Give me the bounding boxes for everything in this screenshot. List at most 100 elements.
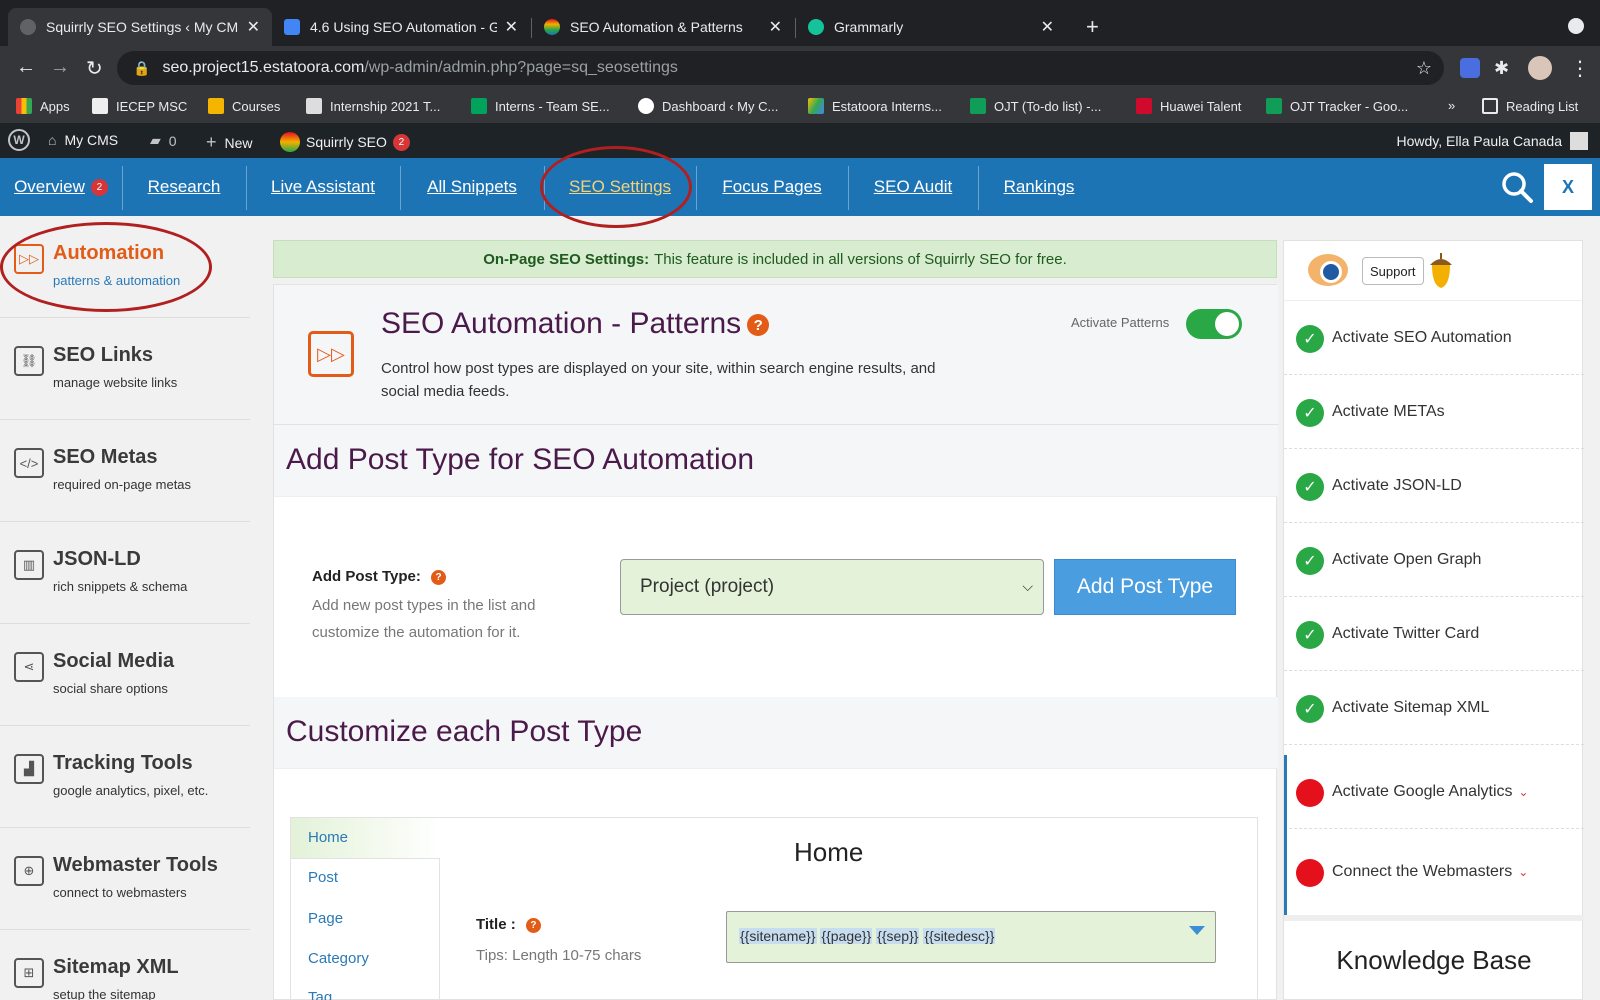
acorn-icon <box>1430 253 1452 288</box>
help-icon[interactable]: ? <box>431 569 447 585</box>
nav-focus-pages[interactable]: Focus Pages <box>696 158 848 216</box>
globe-icon: ⊕ <box>14 856 44 886</box>
bookmarks-overflow[interactable]: » <box>1448 98 1455 113</box>
forward-arrow-icon[interactable]: → <box>50 56 70 79</box>
wp-comments-link[interactable]: ▰ 0 <box>150 132 177 149</box>
sidebar-item-seo-links[interactable]: ⛓ SEO Links manage website links <box>0 318 250 420</box>
plus-icon: + <box>206 132 217 152</box>
wp-user-menu[interactable]: Howdy, Ella Paula Canada <box>1396 132 1588 150</box>
squirrly-main-nav: Overview 2 Research Live Assistant All Sn… <box>0 158 1600 216</box>
tab-tag[interactable]: Tag <box>308 989 332 1000</box>
help-icon[interactable]: ? <box>747 314 770 337</box>
nav-research[interactable]: Research <box>122 158 246 216</box>
close-tab-icon[interactable]: ✕ <box>247 17 260 37</box>
checklist-item[interactable]: ✓ Activate Twitter Card <box>1284 597 1584 671</box>
puzzle-extensions-icon[interactable]: ✱ <box>1494 58 1514 78</box>
add-post-type-label: Add Post Type: ? <box>312 568 447 585</box>
browser-tab-seo-automation-patterns[interactable]: SEO Automation & Patterns ✕ <box>532 8 794 46</box>
sidebar-item-webmaster-tools[interactable]: ⊕ Webmaster Tools connect to webmasters <box>0 828 250 930</box>
profile-avatar[interactable] <box>1528 56 1552 80</box>
sidebar-item-json-ld[interactable]: ▥ JSON-LD rich snippets & schema <box>0 522 250 624</box>
checklist-item[interactable]: ✓ Activate SEO Automation <box>1284 301 1584 375</box>
title-pattern-input[interactable]: {{sitename}} {{page}} {{sep}} {{sitedesc… <box>726 911 1216 963</box>
bookmark-internship[interactable]: Internship 2021 T... <box>306 98 440 114</box>
bookmark-estatoora-interns[interactable]: Estatoora Interns... <box>808 98 942 114</box>
checklist-item[interactable]: ✓ Activate METAs <box>1284 375 1584 449</box>
checklist-item[interactable]: ✓ Activate JSON-LD <box>1284 449 1584 523</box>
wordpress-logo-icon[interactable]: W <box>8 129 30 151</box>
sidebar-item-tracking-tools[interactable]: ▟ Tracking Tools google analytics, pixel… <box>0 726 250 828</box>
bookmark-ojt-tracker[interactable]: OJT Tracker - Goo... <box>1266 98 1408 114</box>
browser-tab-grammarly[interactable]: Grammarly ✕ <box>796 8 1066 46</box>
sidebar-item-social-media[interactable]: ⋖ Social Media social share options <box>0 624 250 726</box>
close-tab-icon[interactable]: ✕ <box>769 17 782 37</box>
tab-page[interactable]: Page <box>308 910 343 927</box>
customize-post-type-section-header: Customize each Post Type <box>274 697 1278 769</box>
pattern-token[interactable]: {{sitedesc}} <box>923 928 996 944</box>
nav-rankings[interactable]: Rankings <box>978 158 1100 216</box>
bookmark-courses[interactable]: Courses <box>208 98 280 114</box>
home-icon: ⌂ <box>48 132 57 148</box>
nav-live-assistant[interactable]: Live Assistant <box>246 158 400 216</box>
page-description: Control how post types are displayed on … <box>381 360 936 400</box>
link-icon: ⛓ <box>14 346 44 376</box>
tab-search-icon[interactable] <box>1568 18 1584 34</box>
active-indicator <box>1284 755 1287 915</box>
close-tab-icon[interactable]: ✕ <box>505 17 518 37</box>
new-tab-icon[interactable]: + <box>1086 14 1099 40</box>
more-menu-icon[interactable]: ⋮ <box>1570 56 1590 81</box>
bookmark-star-icon[interactable]: ☆ <box>1416 58 1432 79</box>
reading-list[interactable]: Reading List <box>1482 98 1578 114</box>
sidebar-item-title: SEO Links <box>53 344 154 366</box>
post-type-select[interactable]: Project (project) ⌵ <box>620 559 1044 615</box>
search-icon[interactable] <box>1500 170 1534 204</box>
checklist-item[interactable]: ✓ Activate Sitemap XML <box>1284 671 1584 745</box>
bookmark-ojt-todo[interactable]: OJT (To-do list) -... <box>970 98 1101 114</box>
nav-seo-audit[interactable]: SEO Audit <box>848 158 978 216</box>
tab-home[interactable]: Home <box>308 829 348 846</box>
address-bar[interactable]: 🔒 seo.project15.estatoora.com /wp-admin/… <box>117 51 1444 85</box>
reload-icon[interactable]: ↻ <box>86 56 103 81</box>
sheets-icon <box>1266 98 1282 114</box>
activate-patterns-toggle[interactable] <box>1186 309 1242 339</box>
help-icon[interactable]: ? <box>525 917 541 933</box>
internship-favicon-icon <box>306 98 322 114</box>
close-tab-icon[interactable]: ✕ <box>1041 17 1054 37</box>
checklist-item-todo[interactable]: Connect the Webmasters ⌄ <box>1284 835 1584 909</box>
back-arrow-icon[interactable]: ← <box>16 56 36 79</box>
bookmark-huawei[interactable]: Huawei Talent <box>1136 98 1241 114</box>
tab-category[interactable]: Category <box>308 950 369 967</box>
pattern-token[interactable]: {{page}} <box>820 928 873 944</box>
wp-site-link[interactable]: ⌂ My CMS <box>48 132 118 148</box>
nav-all-snippets[interactable]: All Snippets <box>400 158 544 216</box>
squirrly-favicon-icon <box>544 19 560 35</box>
support-button[interactable]: Support <box>1362 257 1424 285</box>
bookmark-dashboard[interactable]: Dashboard ‹ My C... <box>638 98 778 114</box>
wp-new-link[interactable]: + New <box>206 132 253 153</box>
bookmark-apps[interactable]: Apps <box>16 98 70 114</box>
bookmark-iecep[interactable]: IECEP MSC <box>92 98 187 114</box>
iecep-favicon-icon <box>92 98 108 114</box>
tab-title: Squirrly SEO Settings ‹ My CMS <box>46 19 239 35</box>
knowledge-base-title: Knowledge Base <box>1336 945 1532 975</box>
overview-badge: 2 <box>90 178 108 196</box>
browser-tab-using-seo-automation[interactable]: 4.6 Using SEO Automation - Go ✕ <box>272 8 530 46</box>
wp-squirrly-link[interactable]: Squirrly SEO 2 <box>280 132 410 152</box>
nav-overview[interactable]: Overview 2 <box>0 158 122 216</box>
browser-tab-squirrly-settings[interactable]: Squirrly SEO Settings ‹ My CMS ✕ <box>8 8 272 46</box>
close-button[interactable]: X <box>1544 164 1592 210</box>
sidebar-item-seo-metas[interactable]: </> SEO Metas required on-page metas <box>0 420 250 522</box>
sidebar-item-title: SEO Metas <box>53 446 158 468</box>
tab-post[interactable]: Post <box>308 869 338 886</box>
checklist-item[interactable]: ✓ Activate Open Graph <box>1284 523 1584 597</box>
sidebar-item-sitemap-xml[interactable]: ⊞ Sitemap XML setup the sitemap <box>0 930 250 1000</box>
annotation-circle <box>540 146 692 228</box>
extension-icon[interactable] <box>1460 58 1480 78</box>
red-dot-icon <box>1296 859 1324 887</box>
add-post-type-button[interactable]: Add Post Type <box>1054 559 1236 615</box>
pattern-token[interactable]: {{sep}} <box>876 928 920 944</box>
pattern-token[interactable]: {{sitename}} <box>739 928 817 944</box>
dropdown-triangle-icon[interactable] <box>1189 926 1205 935</box>
bookmark-interns-team[interactable]: Interns - Team SE... <box>471 98 610 114</box>
checklist-item-todo[interactable]: Activate Google Analytics ⌄ <box>1284 755 1584 829</box>
